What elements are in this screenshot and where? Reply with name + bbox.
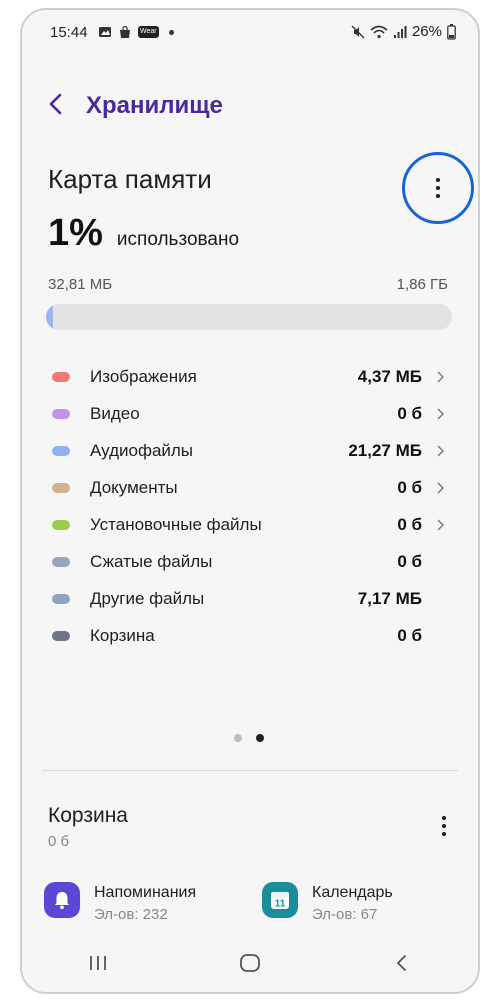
back-arrow-icon[interactable] <box>42 90 70 118</box>
chevron-right-icon <box>437 519 444 530</box>
status-left-icons: Wear <box>98 25 174 39</box>
category-color-swatch <box>52 483 70 493</box>
page-dot[interactable] <box>234 734 242 742</box>
category-label: Сжатые файлы <box>90 551 213 571</box>
category-label: Видео <box>90 403 140 423</box>
page-title: Хранилище <box>86 92 223 119</box>
category-row[interactable]: Изображения 4,37 МБ <box>22 358 478 395</box>
recent-apps-icon <box>90 956 106 970</box>
more-options-icon <box>436 178 440 198</box>
category-color-swatch <box>52 594 70 604</box>
category-color-swatch <box>52 520 70 530</box>
page-dot[interactable] <box>256 734 264 742</box>
mute-icon <box>351 25 365 38</box>
usage-percent: 1% <box>48 212 103 254</box>
signal-icon <box>393 25 407 38</box>
category-size: 0 б <box>397 625 422 645</box>
page-indicator <box>234 734 264 742</box>
nav-back-icon <box>396 955 406 971</box>
category-size: 0 б <box>397 514 422 534</box>
total-amount: 1,86 ГБ <box>396 276 448 293</box>
shopping-bag-icon <box>120 25 130 38</box>
battery-percent: 26% <box>411 23 442 40</box>
category-label: Корзина <box>90 625 155 645</box>
category-row[interactable]: Видео 0 б <box>22 395 478 432</box>
recycle-bin-title: Корзина <box>48 804 128 827</box>
category-color-swatch <box>52 631 70 641</box>
category-row: Другие файлы 7,17 МБ <box>22 580 478 617</box>
home-button[interactable] <box>174 934 326 992</box>
more-options-icon <box>442 816 446 836</box>
storage-card-title: Карта памяти <box>48 164 212 194</box>
category-row: Сжатые файлы 0 б <box>22 543 478 580</box>
app-item-count: Эл-ов: 67 <box>312 906 378 923</box>
category-row[interactable]: Установочные файлы 0 б <box>22 506 478 543</box>
notification-dot-icon <box>168 29 174 35</box>
category-color-swatch <box>52 446 70 456</box>
chevron-right-icon <box>437 445 444 456</box>
category-row: Корзина 0 б <box>22 617 478 654</box>
category-label: Другие файлы <box>90 588 205 608</box>
phone-screen: 15:44 Wear 26% Хранилище Карта памяти 1%… <box>20 8 480 994</box>
bell-icon <box>44 882 80 918</box>
status-bar: 15:44 Wear 26% <box>22 10 478 56</box>
category-label: Документы <box>90 477 178 497</box>
category-size: 7,17 МБ <box>357 588 422 608</box>
category-label: Изображения <box>90 366 197 386</box>
category-list: Изображения 4,37 МБ Видео 0 б Аудиофайлы 21,2… <box>22 358 478 654</box>
home-icon <box>240 954 260 972</box>
status-time: 15:44 <box>50 24 88 41</box>
calendar-icon: 11 <box>262 882 298 918</box>
category-color-swatch <box>52 409 70 419</box>
category-size: 21,27 МБ <box>348 440 422 460</box>
app-tile-reminders[interactable]: Напоминания Эл-ов: 232 <box>44 882 196 923</box>
battery-icon <box>447 23 456 40</box>
used-amount: 32,81 МБ <box>48 276 113 293</box>
status-right-icons: 26% <box>351 23 456 40</box>
chevron-right-icon <box>437 482 444 493</box>
back-button[interactable] <box>326 934 478 992</box>
category-row[interactable]: Аудиофайлы 21,27 МБ <box>22 432 478 469</box>
category-size: 0 б <box>397 551 422 571</box>
chevron-right-icon <box>437 371 444 382</box>
category-label: Аудиофайлы <box>90 440 194 460</box>
storage-usage-bar <box>46 304 452 330</box>
gallery-icon <box>99 27 111 37</box>
category-size: 4,37 МБ <box>357 366 422 386</box>
category-color-swatch <box>52 372 70 382</box>
category-color-swatch <box>52 557 70 567</box>
usage-summary: 1% использовано <box>48 212 239 255</box>
storage-usage-bar-fill <box>46 304 53 330</box>
category-size: 0 б <box>397 477 422 497</box>
recent-apps-button[interactable] <box>22 934 174 992</box>
category-size: 0 б <box>397 403 422 423</box>
recycle-bin-options-button[interactable] <box>436 814 452 838</box>
more-options-button[interactable] <box>402 152 474 224</box>
calendar-day: 11 <box>275 899 286 910</box>
section-divider <box>42 770 458 771</box>
app-item-count: Эл-ов: 232 <box>94 906 168 923</box>
wear-badge-icon: Wear <box>138 26 159 38</box>
app-tile-calendar[interactable]: 11 Календарь Эл-ов: 67 <box>262 882 393 923</box>
category-row[interactable]: Документы 0 б <box>22 469 478 506</box>
navigation-bar <box>22 934 478 992</box>
chevron-right-icon <box>437 408 444 419</box>
app-name: Напоминания <box>94 884 197 901</box>
wifi-icon <box>370 25 388 38</box>
app-name: Календарь <box>312 884 393 901</box>
category-label: Установочные файлы <box>90 514 262 534</box>
app-header: Хранилище <box>22 86 478 126</box>
usage-label: использовано <box>116 229 240 250</box>
recycle-bin-size: 0 б <box>48 833 70 850</box>
